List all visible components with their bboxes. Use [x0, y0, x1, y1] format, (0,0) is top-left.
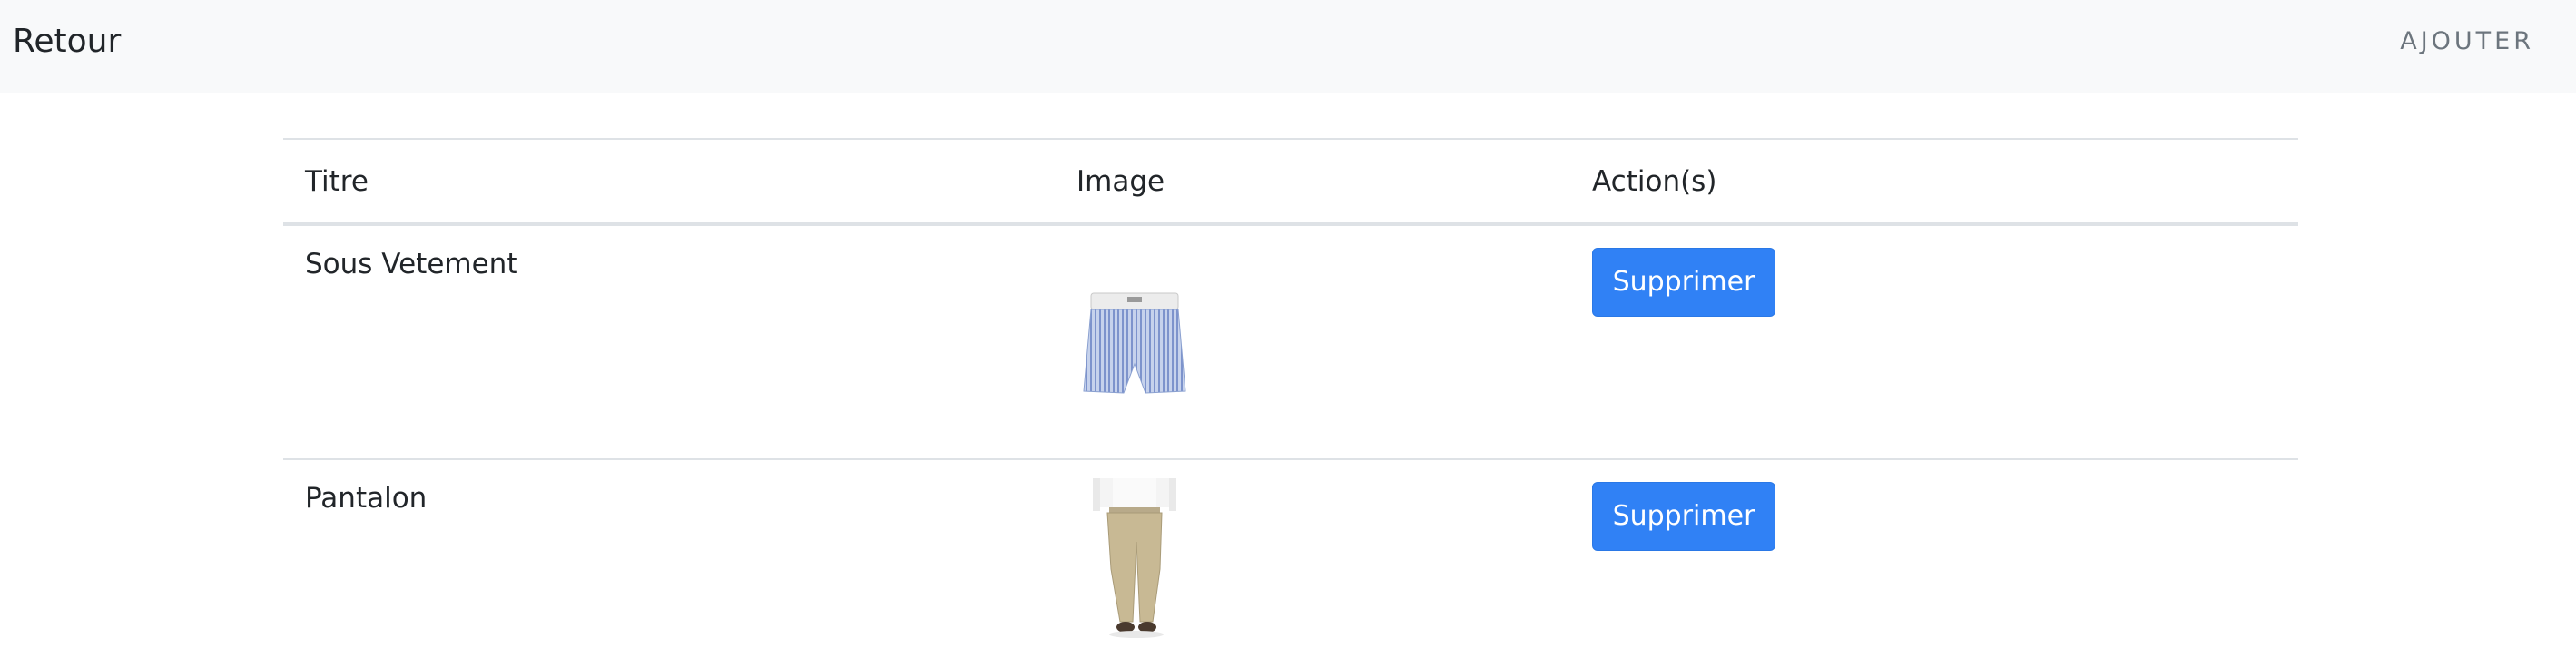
- header-image: Image: [1055, 138, 1570, 226]
- delete-button[interactable]: Supprimer: [1592, 482, 1775, 551]
- row-title: Pantalon: [283, 458, 1055, 668]
- table-body: Sous Vetement Supprimer Pantalon Supprim…: [283, 223, 2298, 668]
- delete-button[interactable]: Supprimer: [1592, 248, 1775, 317]
- header-actions: Action(s): [1570, 138, 2298, 226]
- products-table-container: Titre Image Action(s) Sous Vetement Supp…: [283, 138, 2298, 668]
- row-image-cell: [1055, 458, 1570, 668]
- row-image-cell: [1055, 223, 1570, 459]
- row-title: Sous Vetement: [283, 223, 1055, 459]
- add-link[interactable]: AJOUTER: [2400, 25, 2534, 58]
- table-row: Pantalon Supprimer: [283, 458, 2298, 668]
- top-navbar: Retour AJOUTER: [0, 0, 2576, 93]
- trousers-image: [1093, 478, 1176, 638]
- table-row: Sous Vetement Supprimer: [283, 223, 2298, 459]
- table-header-row: Titre Image Action(s): [283, 138, 2298, 226]
- row-actions: Supprimer: [1570, 458, 2298, 668]
- back-link[interactable]: Retour: [13, 20, 121, 64]
- table-header: Titre Image Action(s): [283, 138, 2298, 226]
- products-table: Titre Image Action(s) Sous Vetement Supp…: [283, 138, 2298, 668]
- header-title: Titre: [283, 138, 1055, 226]
- row-actions: Supprimer: [1570, 223, 2298, 459]
- boxer-shorts-image: [1083, 292, 1186, 394]
